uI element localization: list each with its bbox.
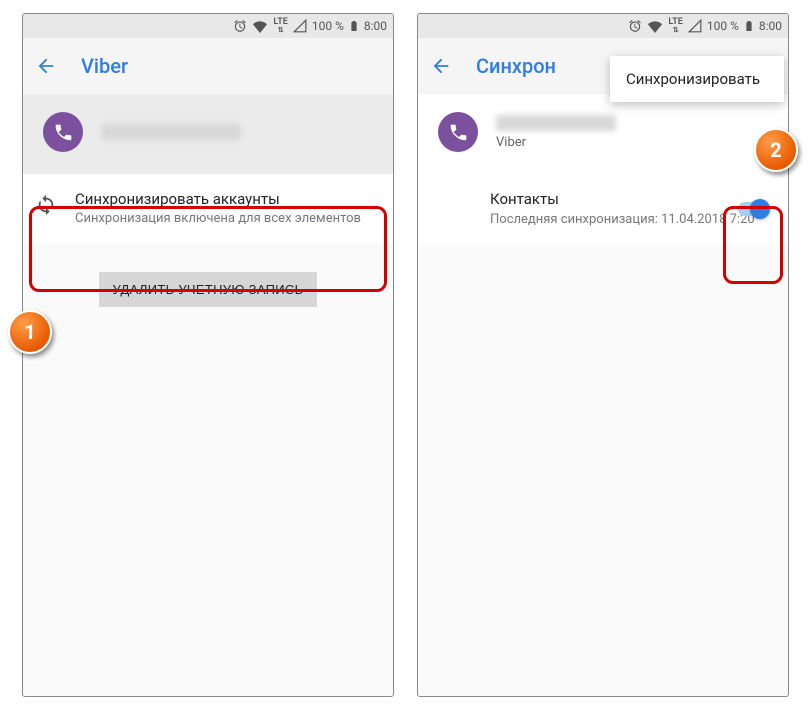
back-icon[interactable] [430, 55, 452, 77]
page-title: Синхрон [476, 54, 556, 78]
lte-icon: LTE⇅ [668, 18, 682, 34]
sync-menu-popup[interactable]: Синхронизировать [610, 56, 784, 102]
phone-right: LTE⇅ 100 % 8:00 Синхрон Синхронизировать… [417, 13, 789, 697]
account-header [23, 94, 393, 174]
phone-left: LTE⇅ 100 % 8:00 Viber Синхронизировать а… [22, 13, 394, 697]
sync-accounts-item[interactable]: Синхронизировать аккаунты Синхронизация … [23, 174, 393, 244]
viber-app-icon [43, 112, 83, 152]
battery-icon [744, 18, 754, 34]
delete-account-button[interactable]: УДАЛИТЬ УЧЕТНУЮ ЗАПИСЬ [99, 272, 318, 307]
alarm-icon [233, 19, 247, 33]
sync-icon [35, 194, 57, 216]
wifi-icon [252, 19, 268, 33]
page-title: Viber [81, 54, 128, 78]
account-provider: Viber [496, 135, 616, 150]
account-name-redacted [496, 115, 616, 131]
viber-app-icon [438, 112, 478, 152]
account-header: Viber [418, 94, 788, 174]
signal-icon [688, 19, 702, 33]
battery-percent: 100 % [707, 19, 739, 33]
sync-subtitle: Синхронизация включена для всех элементо… [75, 210, 375, 228]
app-bar: Viber [23, 38, 393, 94]
step-2-badge: 2 [754, 128, 798, 172]
battery-percent: 100 % [312, 19, 344, 33]
wifi-icon [647, 19, 663, 33]
clock-text: 8:00 [364, 19, 387, 33]
signal-icon [293, 19, 307, 33]
battery-icon [349, 18, 359, 34]
back-icon[interactable] [35, 55, 57, 77]
sync-title: Синхронизировать аккаунты [75, 190, 375, 208]
clock-text: 8:00 [759, 19, 782, 33]
status-bar: LTE⇅ 100 % 8:00 [418, 14, 788, 38]
lte-icon: LTE⇅ [273, 18, 287, 34]
status-bar: LTE⇅ 100 % 8:00 [23, 14, 393, 38]
contacts-toggle[interactable] [738, 202, 768, 216]
contacts-subtitle: Последняя синхронизация: 11.04.2018 7:20 [490, 211, 770, 229]
account-name-redacted [101, 124, 241, 140]
contacts-title: Контакты [490, 190, 770, 208]
alarm-icon [628, 19, 642, 33]
contacts-sync-item[interactable]: Контакты Последняя синхронизация: 11.04.… [418, 174, 788, 245]
step-1-badge: 1 [8, 310, 52, 354]
